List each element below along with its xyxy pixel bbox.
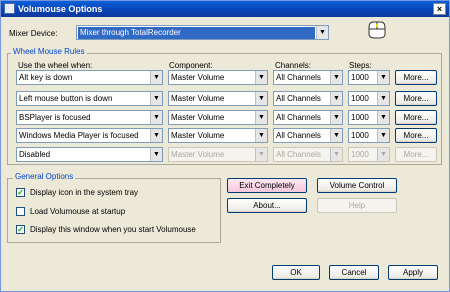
rule-component-select: Master Volume ▼ bbox=[168, 147, 268, 162]
chevron-down-icon[interactable]: ▼ bbox=[150, 111, 162, 124]
title-bar[interactable]: Volumouse Options × bbox=[1, 1, 449, 17]
rule-when-value: BSPlayer is focused bbox=[19, 113, 91, 122]
rule-steps-value: 1000 bbox=[351, 94, 369, 103]
mixer-device-label: Mixer Device: bbox=[9, 29, 58, 38]
mixer-device-value: Mixer through TotalRecorder bbox=[78, 27, 315, 39]
chevron-down-icon[interactable]: ▼ bbox=[330, 71, 342, 84]
rule-when-value: Left mouse button is down bbox=[19, 94, 113, 103]
wheel-rules-title: Wheel Mouse Rules bbox=[11, 47, 87, 57]
close-button[interactable]: × bbox=[433, 3, 446, 15]
checkmark-icon: ✓ bbox=[17, 225, 24, 234]
rule-component-value: Master Volume bbox=[171, 94, 225, 103]
option-label-startup[interactable]: Load Volumouse at startup bbox=[30, 207, 125, 217]
rule-component-value: Master Volume bbox=[171, 131, 225, 140]
chevron-down-icon: ▼ bbox=[330, 148, 342, 161]
chevron-down-icon: ▼ bbox=[377, 148, 389, 161]
rule-when-select[interactable]: Alt key is down ▼ bbox=[16, 70, 163, 85]
rule-channels-select[interactable]: All Channels ▼ bbox=[273, 70, 343, 85]
chevron-down-icon[interactable]: ▼ bbox=[150, 92, 162, 105]
rule-channels-value: All Channels bbox=[276, 94, 321, 103]
rule-when-select[interactable]: Left mouse button is down ▼ bbox=[16, 91, 163, 106]
chevron-down-icon[interactable]: ▼ bbox=[150, 71, 162, 84]
rule-steps-value: 1000 bbox=[351, 73, 369, 82]
chevron-down-icon[interactable]: ▼ bbox=[330, 92, 342, 105]
mouse-icon bbox=[368, 21, 386, 39]
rule-channels-value: All Channels bbox=[276, 131, 321, 140]
chevron-down-icon[interactable]: ▼ bbox=[150, 148, 162, 161]
rule-steps-value: 1000 bbox=[351, 150, 369, 159]
apply-button[interactable]: Apply bbox=[388, 265, 438, 280]
chevron-down-icon[interactable]: ▼ bbox=[377, 111, 389, 124]
chevron-down-icon[interactable]: ▼ bbox=[377, 129, 389, 142]
chevron-down-icon[interactable]: ▼ bbox=[377, 92, 389, 105]
chevron-down-icon[interactable]: ▼ bbox=[330, 129, 342, 142]
chevron-down-icon[interactable]: ▼ bbox=[150, 129, 162, 142]
rule-channels-select[interactable]: All Channels ▼ bbox=[273, 128, 343, 143]
speaker-icon bbox=[4, 3, 15, 14]
options-window: Volumouse Options × Mixer Device: Mixer … bbox=[0, 0, 450, 292]
rule-component-value: Master Volume bbox=[171, 150, 225, 159]
rule-steps-select[interactable]: 1000 ▼ bbox=[348, 110, 390, 125]
rule-component-select[interactable]: Master Volume ▼ bbox=[168, 91, 268, 106]
rule-more-button: More... bbox=[395, 147, 437, 162]
volume-control-button[interactable]: Volume Control bbox=[317, 178, 397, 193]
chevron-down-icon[interactable]: ▼ bbox=[255, 129, 267, 142]
rule-more-button[interactable]: More... bbox=[395, 128, 437, 143]
rule-more-button[interactable]: More... bbox=[395, 110, 437, 125]
rule-steps-select[interactable]: 1000 ▼ bbox=[348, 128, 390, 143]
rule-channels-value: All Channels bbox=[276, 150, 321, 159]
rule-steps-select: 1000 ▼ bbox=[348, 147, 390, 162]
cancel-button[interactable]: Cancel bbox=[329, 265, 379, 280]
rule-when-select[interactable]: BSPlayer is focused ▼ bbox=[16, 110, 163, 125]
rule-channels-select[interactable]: All Channels ▼ bbox=[273, 91, 343, 106]
option-label-tray[interactable]: Display icon in the system tray bbox=[30, 188, 138, 198]
rule-more-button[interactable]: More... bbox=[395, 70, 437, 85]
rule-steps-select[interactable]: 1000 ▼ bbox=[348, 70, 390, 85]
exit-completely-button[interactable]: Exit Completely bbox=[227, 178, 307, 193]
checkbox[interactable] bbox=[16, 207, 25, 216]
rule-component-value: Master Volume bbox=[171, 73, 225, 82]
help-button: Help bbox=[317, 198, 397, 213]
chevron-down-icon[interactable]: ▼ bbox=[377, 71, 389, 84]
rule-channels-select: All Channels ▼ bbox=[273, 147, 343, 162]
rule-steps-value: 1000 bbox=[351, 131, 369, 140]
option-label-show-window[interactable]: Display this window when you start Volum… bbox=[30, 225, 196, 235]
checkmark-icon: ✓ bbox=[17, 188, 24, 197]
rule-component-select[interactable]: Master Volume ▼ bbox=[168, 128, 268, 143]
rule-when-select[interactable]: Disabled ▼ bbox=[16, 147, 163, 162]
rule-component-select[interactable]: Master Volume ▼ bbox=[168, 110, 268, 125]
rule-channels-value: All Channels bbox=[276, 113, 321, 122]
checkbox[interactable]: ✓ bbox=[16, 188, 25, 197]
rule-channels-value: All Channels bbox=[276, 73, 321, 82]
chevron-down-icon[interactable]: ▼ bbox=[330, 111, 342, 124]
rule-channels-select[interactable]: All Channels ▼ bbox=[273, 110, 343, 125]
rule-more-button[interactable]: More... bbox=[395, 91, 437, 106]
rule-when-value: Windows Media Player is focused bbox=[19, 131, 139, 140]
rule-component-value: Master Volume bbox=[171, 113, 225, 122]
chevron-down-icon[interactable]: ▼ bbox=[255, 71, 267, 84]
rule-component-select[interactable]: Master Volume ▼ bbox=[168, 70, 268, 85]
checkbox[interactable]: ✓ bbox=[16, 225, 25, 234]
chevron-down-icon[interactable]: ▼ bbox=[255, 92, 267, 105]
about-button[interactable]: About... bbox=[227, 198, 307, 213]
chevron-down-icon[interactable]: ▼ bbox=[316, 26, 328, 39]
chevron-down-icon: ▼ bbox=[255, 148, 267, 161]
ok-button[interactable]: OK bbox=[272, 265, 320, 280]
mixer-device-select[interactable]: Mixer through TotalRecorder ▼ bbox=[76, 25, 329, 40]
rule-steps-select[interactable]: 1000 ▼ bbox=[348, 91, 390, 106]
window-title: Volumouse Options bbox=[18, 4, 103, 14]
chevron-down-icon[interactable]: ▼ bbox=[255, 111, 267, 124]
rule-when-value: Disabled bbox=[19, 150, 51, 159]
rule-when-select[interactable]: Windows Media Player is focused ▼ bbox=[16, 128, 163, 143]
general-options-title: General Options bbox=[13, 172, 76, 182]
rule-when-value: Alt key is down bbox=[19, 73, 73, 82]
rule-steps-value: 1000 bbox=[351, 113, 369, 122]
